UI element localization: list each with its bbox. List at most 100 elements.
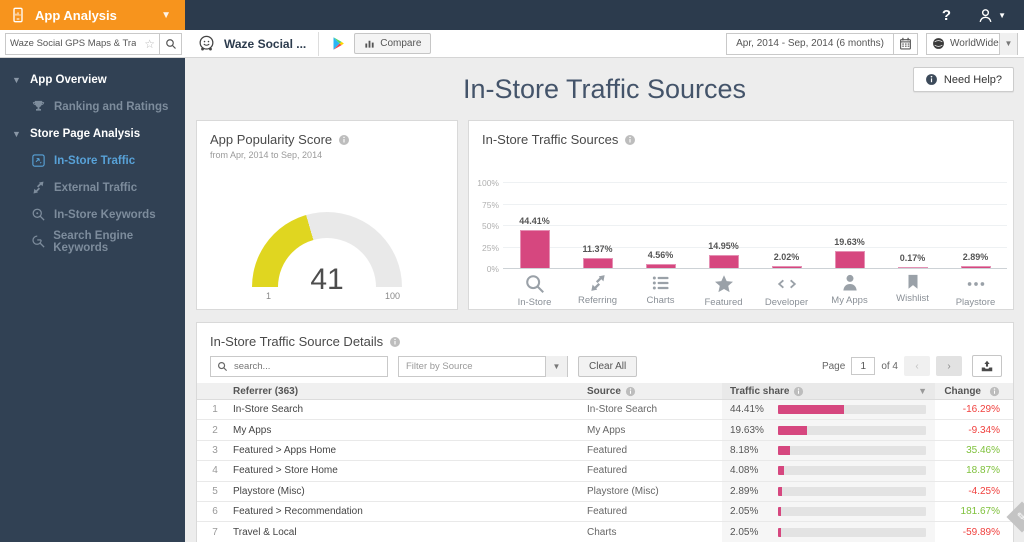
source-cell: Charts [587,526,617,538]
sidebar: ▼ App Overview Ranking and Ratings ▼ Sto… [0,58,185,542]
gauge-max-label: 100 [384,291,400,301]
y-axis-tick: 75% [481,199,499,210]
user-menu[interactable]: ▼ [977,7,1006,24]
compare-label: Compare [380,38,422,49]
prev-page-button[interactable]: ‹ [904,356,930,376]
row-index: 5 [212,485,218,497]
col-change[interactable]: Change [935,383,1013,399]
bar-column: 0.17% [881,182,944,268]
row-index: 2 [212,424,218,436]
sidebar-item-in-store-keywords[interactable]: In-Store Keywords [0,201,185,228]
date-range-picker[interactable]: Apr, 2014 - Sep, 2014 (6 months) [726,32,918,55]
search-submit-button[interactable] [159,32,181,55]
y-axis-tick: 0% [486,264,499,274]
sidebar-item-search-engine-keywords[interactable]: Search Engine Keywords [0,228,185,255]
table-row[interactable]: 6 Featured > Recommendation Featured 2.05% 1… [197,501,1013,523]
clear-all-button[interactable]: Clear All [578,356,638,377]
bar-in-store[interactable] [519,229,550,268]
table-row[interactable]: 3 Featured > Apps Home Featured 8.18% 35.46% [197,440,1013,462]
bar-my-apps[interactable] [834,251,865,268]
app-analysis-label: App Analysis [35,7,117,23]
filter-by-source-select[interactable]: Filter by Source ▼ [398,356,568,377]
category-featured[interactable]: Featured [692,268,755,308]
bar-column: 4.56% [629,182,692,268]
category-developer[interactable]: Developer [755,268,818,308]
y-axis-tick: 25% [481,242,499,253]
sidebar-item-label: In-Store Keywords [54,208,156,221]
table-row[interactable]: 7 Travel & Local Charts 2.05% -59.89% [197,522,1013,542]
app-search-zone: ☆ [0,32,185,55]
category-wishlist[interactable]: Wishlist [881,268,944,308]
current-app-name[interactable]: Waze Social ... [224,37,306,51]
info-icon[interactable] [389,336,401,348]
bar-value-label: 4.56% [647,250,674,261]
change-cell: 181.67% [960,506,1000,518]
category-in-store[interactable]: In-Store [503,268,566,308]
traffic-share-bar-fill [778,425,808,435]
category-playstore[interactable]: Playstore [944,268,1007,308]
export-button[interactable] [972,355,1002,377]
favorite-star-icon[interactable]: ☆ [140,37,159,51]
table-search-input[interactable] [230,361,387,372]
page-title: In-Store Traffic Sources [462,74,747,104]
info-icon[interactable] [624,134,636,146]
traffic-share-bar-fill [778,486,783,496]
sidebar-section-app-overview[interactable]: ▼ App Overview [0,66,185,93]
source-cell: Featured [587,506,628,518]
table-row[interactable]: 4 Featured > Store Home Featured 4.08% 18.87… [197,461,1013,482]
sidebar-item-label: Search Engine Keywords [53,229,134,254]
region-value: WorldWide [950,38,999,49]
search-icon [211,361,230,372]
change-cell: -4.25% [968,485,1000,497]
table-body: 1 In-Store Search In-Store Search 44.41% -16… [197,400,1013,542]
sidebar-item-in-store-traffic[interactable]: In-Store Traffic [0,147,185,174]
page-number-input[interactable] [851,357,876,375]
category-referring[interactable]: Referring [566,268,629,308]
col-referrer-label: Referrer (363) [233,385,299,397]
filter-label: Filter by Source [406,361,473,372]
referrer-cell: In-Store Search [233,404,304,416]
traffic-share-cell: 2.05% [722,522,935,542]
topbar-right: ? ▼ [185,0,1024,30]
col-traffic-share[interactable]: Traffic share ▼ [722,383,935,399]
bar-referring[interactable] [582,258,613,268]
in-store-traffic-icon [30,152,47,169]
bar-chart-plot: 100% 75% 50% 25% 0% 44.41% 11.37% 4.56% 14.95% 2… [477,178,1007,274]
traffic-share-bar-track [778,527,926,537]
sidebar-item-label: External Traffic [54,181,138,194]
current-app: Waze Social ... Compare [185,31,432,56]
bar-featured[interactable] [708,255,739,268]
col-source[interactable]: Source [587,386,722,397]
info-icon[interactable] [338,134,350,146]
user-icon [977,7,994,24]
sidebar-item-ranking-and-ratings[interactable]: Ranking and Ratings [0,93,185,120]
category-charts[interactable]: Charts [629,268,692,308]
table-row[interactable]: 5 Playstore (Misc) Playstore (Misc) 2.89% -4… [197,481,1013,502]
divider [318,31,320,56]
info-icon [989,386,1000,396]
traffic-share-bar-track [778,405,926,415]
category-my-apps[interactable]: My Apps [818,268,881,308]
chevron-down-icon[interactable]: ▼ [999,32,1017,55]
page-label: Page [821,360,846,372]
sidebar-section-store-page-analysis[interactable]: ▼ Store Page Analysis [0,120,185,147]
traffic-share-bar-track [778,425,926,435]
app-popularity-score-panel: App Popularity Score from Apr, 2014 to S… [196,120,458,310]
bar-column: 2.02% [755,182,818,268]
referrer-cell: Featured > Store Home [233,465,338,477]
region-select[interactable]: WorldWide ▼ [926,32,1018,55]
traffic-share-value: 19.63% [730,424,764,436]
traffic-sources-chart-panel: In-Store Traffic Sources 100% 75% 50% 25% 0%… [468,120,1014,310]
table-row[interactable]: 1 In-Store Search In-Store Search 44.41% -16… [197,400,1013,421]
table-row[interactable]: 2 My Apps My Apps 19.63% -9.34% [197,420,1013,441]
help-button[interactable]: ? [942,7,951,24]
col-referrer[interactable]: Referrer (363) [233,386,587,397]
app-analysis-menu[interactable]: App Analysis ▼ [0,0,185,30]
sidebar-item-external-traffic[interactable]: External Traffic [0,174,185,201]
app-search-input[interactable] [6,38,141,49]
next-page-button[interactable]: › [936,356,962,376]
gauge-subtitle: from Apr, 2014 to Sep, 2014 [210,150,323,160]
calendar-icon[interactable] [893,32,917,55]
referrer-cell: Playstore (Misc) [233,485,305,497]
compare-button[interactable]: Compare [354,33,432,54]
